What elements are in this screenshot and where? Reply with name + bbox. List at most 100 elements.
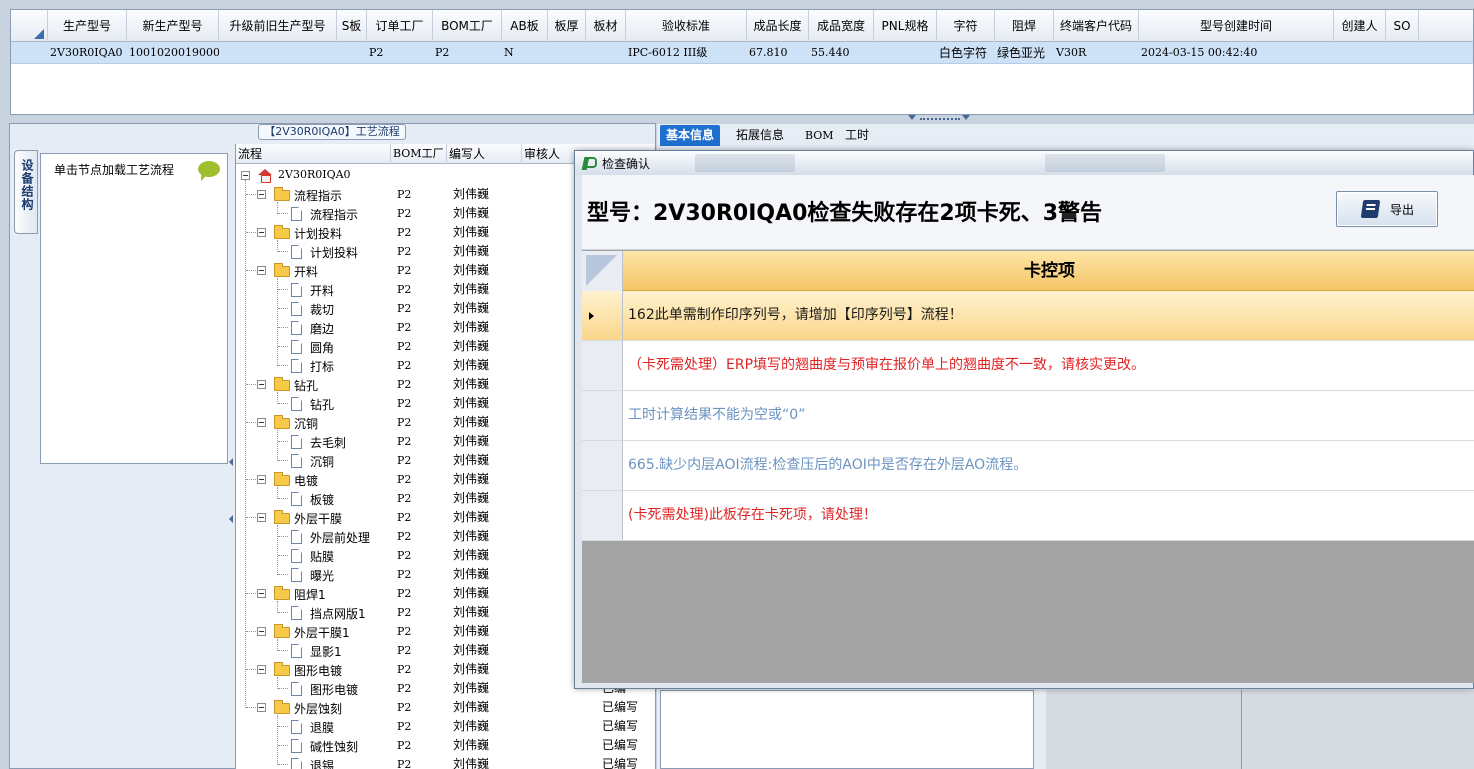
col-header[interactable]: 成品宽度	[809, 10, 874, 42]
tree-cell-factory: P2	[397, 739, 412, 752]
table-cell[interactable]: P2	[433, 42, 502, 64]
table-cell[interactable]: IPC-6012 III级	[626, 42, 747, 64]
col-header[interactable]: SO	[1386, 10, 1419, 42]
table-cell[interactable]: 55.440	[809, 42, 874, 64]
tree-guide	[278, 498, 288, 499]
col-header[interactable]: 订单工厂	[367, 10, 433, 42]
row-indicator[interactable]	[582, 441, 623, 490]
table-row[interactable]: 2V30R0IQA0 10010200190005 P2 P2 N IPC-6012 II…	[11, 42, 1473, 64]
col-header-writer[interactable]: 编写人	[447, 144, 522, 164]
collapse-icon[interactable]	[257, 627, 266, 636]
tree-group[interactable]: 外层蚀刻 P2 刘伟巍 已编写	[236, 698, 655, 765]
tree-item[interactable]: 退锡 P2 刘伟巍 已编写	[236, 755, 655, 769]
col-header[interactable]: BOM工厂	[433, 10, 502, 42]
col-header[interactable]: 成品长度	[747, 10, 809, 42]
collapse-icon[interactable]	[241, 171, 250, 180]
document-icon	[291, 530, 302, 544]
export-button[interactable]: 导出	[1336, 191, 1438, 227]
tab-basic-info[interactable]: 基本信息	[660, 125, 721, 146]
col-header[interactable]: 字符	[937, 10, 995, 42]
table-cell[interactable]: 白色字符	[937, 42, 995, 64]
col-header[interactable]: AB板	[502, 10, 548, 42]
col-header[interactable]: 板材	[586, 10, 626, 42]
table-cell[interactable]	[1386, 42, 1419, 64]
row-indicator[interactable]	[582, 491, 623, 540]
collapse-icon[interactable]	[257, 475, 266, 484]
table-cell[interactable]: V30R	[1054, 42, 1139, 64]
tree-cell-factory: P2	[397, 226, 412, 239]
col-header[interactable]: 生产型号	[48, 10, 127, 42]
tree-guide	[278, 403, 288, 404]
tab-extended-info[interactable]: 拓展信息	[730, 125, 790, 146]
tab-bom[interactable]: BOM	[799, 125, 840, 146]
table-cell[interactable]: 10010200190005	[127, 42, 219, 64]
collapse-icon[interactable]	[257, 380, 266, 389]
tree-cell-factory: P2	[397, 359, 412, 372]
tree-guide	[278, 764, 288, 765]
row-indicator[interactable]	[582, 291, 623, 340]
document-icon	[291, 492, 302, 506]
grid-corner[interactable]	[582, 251, 623, 291]
table-cell[interactable]: 2V30R0IQA0	[48, 42, 127, 64]
table-cell[interactable]: 67.810	[747, 42, 809, 64]
col-header[interactable]: PNL规格	[874, 10, 937, 42]
table-cell[interactable]: 2024-03-15 00:42:40	[1139, 42, 1334, 64]
col-header-bom-factory[interactable]: BOM工厂	[391, 144, 447, 164]
tree-node-label: 外层干膜	[294, 512, 343, 526]
table-cell[interactable]: P2	[367, 42, 433, 64]
col-header[interactable]: 终端客户代码	[1054, 10, 1139, 42]
table-cell[interactable]	[1334, 42, 1386, 64]
col-header[interactable]: 新生产型号	[127, 10, 219, 42]
control-item-row[interactable]: 工时计算结果不能为空或“0”	[582, 391, 1474, 441]
control-item-row[interactable]: 162此单需制作印序列号，请增加【印序列号】流程！	[582, 291, 1474, 341]
panel-splitter[interactable]	[228, 140, 234, 769]
table-cell[interactable]: 绿色亚光	[995, 42, 1054, 64]
col-header[interactable]: 验收标准	[626, 10, 747, 42]
table-cell[interactable]	[586, 42, 626, 64]
col-header[interactable]: 型号创建时间	[1139, 10, 1334, 42]
collapse-icon[interactable]	[257, 190, 266, 199]
col-header[interactable]: 创建人	[1334, 10, 1386, 42]
collapse-icon[interactable]	[257, 228, 266, 237]
table-cell[interactable]	[219, 42, 337, 64]
tree-node-label: 显影1	[310, 645, 342, 659]
table-cell[interactable]	[337, 42, 367, 64]
collapse-icon[interactable]	[257, 266, 266, 275]
col-header[interactable]: 升级前旧生产型号	[219, 10, 337, 42]
col-header[interactable]: S板	[337, 10, 367, 42]
collapse-icon[interactable]	[257, 589, 266, 598]
tree-guide	[278, 612, 288, 613]
tree-cell-writer: 刘伟巍	[453, 377, 490, 391]
info-side-area	[1046, 690, 1474, 769]
col-header-flow[interactable]: 流程	[236, 144, 391, 164]
dialog-titlebar[interactable]: 检查确认	[575, 151, 1473, 175]
table-cell[interactable]	[874, 42, 937, 64]
node-panel[interactable]: 单击节点加载工艺流程	[40, 153, 228, 464]
collapse-icon[interactable]	[257, 665, 266, 674]
control-item-text: 162此单需制作印序列号，请增加【印序列号】流程！	[628, 307, 963, 323]
table-cell[interactable]	[548, 42, 586, 64]
tree-cell-writer: 刘伟巍	[453, 624, 490, 638]
tab-work-hours[interactable]: 工时	[839, 125, 875, 146]
tree-item[interactable]: 碱性蚀刻 P2 刘伟巍 已编写	[236, 736, 655, 755]
control-item-row[interactable]: （卡死需处理）ERP填写的翘曲度与预审在报价单上的翘曲度不一致，请核实更改。	[582, 341, 1474, 391]
col-header-control-item[interactable]: 卡控项	[624, 251, 1474, 291]
side-tab-equipment[interactable]: 设备结构	[14, 150, 38, 234]
control-item-row[interactable]: (卡死需处理)此板存在卡死项，请处理！	[582, 491, 1474, 541]
collapse-icon[interactable]	[257, 703, 266, 712]
collapse-icon[interactable]	[257, 418, 266, 427]
grid-corner[interactable]	[11, 10, 48, 42]
dialog-header: 型号：2V30R0IQA0检查失败存在2项卡死、3警告 导出	[582, 175, 1474, 250]
col-header[interactable]: 阻焊	[995, 10, 1054, 42]
col-header[interactable]: 板厚	[548, 10, 586, 42]
folder-icon	[274, 263, 290, 277]
table-cell[interactable]: N	[502, 42, 548, 64]
collapse-icon[interactable]	[257, 513, 266, 522]
row-indicator[interactable]	[582, 341, 623, 390]
tree-cell-factory: P2	[397, 454, 412, 467]
tree-item[interactable]: 退膜 P2 刘伟巍 已编写	[236, 717, 655, 736]
row-indicator[interactable]	[582, 391, 623, 440]
splitter-grip[interactable]	[906, 114, 972, 122]
control-item-row[interactable]: 665.缺少内层AOI流程:检查压后的AOI中是否存在外层AO流程。	[582, 441, 1474, 491]
folder-icon	[274, 586, 290, 600]
